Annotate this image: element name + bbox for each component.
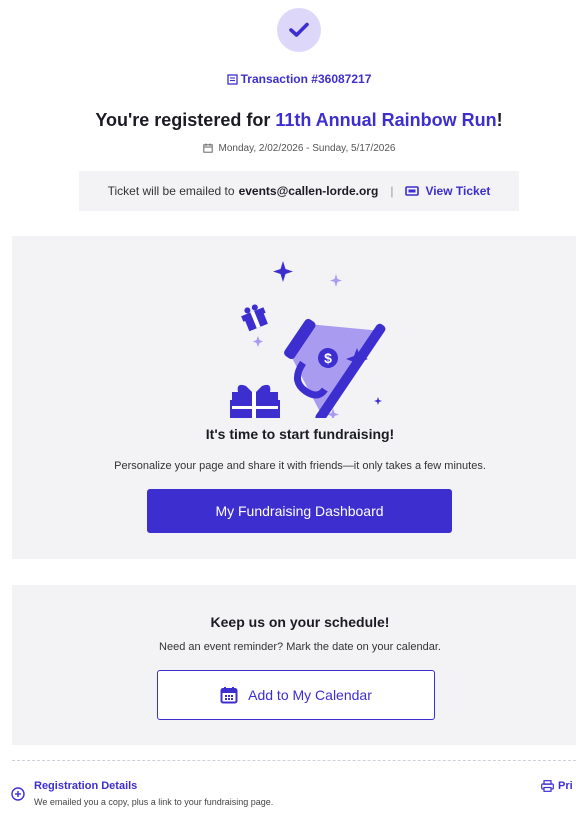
- svg-text:$: $: [324, 350, 332, 366]
- calendar-icon: [220, 687, 238, 704]
- title-suffix: !: [496, 110, 503, 130]
- ticket-info-bar: Ticket will be emailed to events@callen-…: [79, 171, 519, 211]
- event-dates: Monday, 2/02/2026 - Sunday, 5/17/2026: [0, 143, 576, 154]
- page-title: You're registered for 11th Annual Rainbo…: [0, 110, 576, 131]
- view-ticket-label: View Ticket: [425, 184, 491, 198]
- registration-details-subtitle: We emailed you a copy, plus a link to yo…: [34, 797, 274, 807]
- section-divider: [12, 760, 576, 761]
- dates-text: Monday, 2/02/2026 - Sunday, 5/17/2026: [218, 143, 396, 154]
- calendar-subtitle: Need an event reminder? Mark the date on…: [159, 641, 441, 653]
- add-to-calendar-label: Add to My Calendar: [248, 687, 372, 703]
- printer-icon: [541, 780, 554, 792]
- registration-details-link[interactable]: Registration Details: [34, 780, 137, 792]
- transaction-number: Transaction #36087217: [240, 72, 372, 86]
- success-check-badge: [277, 8, 321, 52]
- event-name: 11th Annual Rainbow Run: [275, 110, 497, 130]
- ticket-email-text: Ticket will be emailed to: [107, 184, 235, 198]
- view-ticket-link[interactable]: View Ticket: [405, 184, 490, 198]
- fundraising-subtitle: Personalize your page and share it with …: [114, 460, 486, 472]
- fundraising-card: $ It's time to start fundraising! Person…: [12, 236, 576, 559]
- transaction-label: Transaction #36087217: [0, 72, 576, 86]
- checkmark-icon: [289, 22, 309, 37]
- megaphone-gift-illustration: $: [230, 261, 386, 418]
- add-to-calendar-button[interactable]: Add to My Calendar: [157, 670, 435, 720]
- calendar-title: Keep us on your schedule!: [210, 614, 390, 630]
- title-prefix: You're registered for: [95, 110, 276, 130]
- ticket-icon: [405, 186, 420, 196]
- print-link[interactable]: Pri: [541, 780, 573, 792]
- ticket-email-address: events@callen-lorde.org: [238, 184, 379, 198]
- separator: |: [390, 184, 394, 198]
- calendar-card: Keep us on your schedule! Need an event …: [12, 585, 576, 745]
- calendar-icon: [202, 143, 213, 153]
- fundraising-dashboard-button[interactable]: My Fundraising Dashboard: [147, 489, 452, 533]
- expand-plus-icon[interactable]: [11, 787, 25, 801]
- receipt-icon: [226, 74, 238, 85]
- fundraising-title: It's time to start fundraising!: [205, 426, 395, 442]
- print-label: Pri: [558, 780, 573, 792]
